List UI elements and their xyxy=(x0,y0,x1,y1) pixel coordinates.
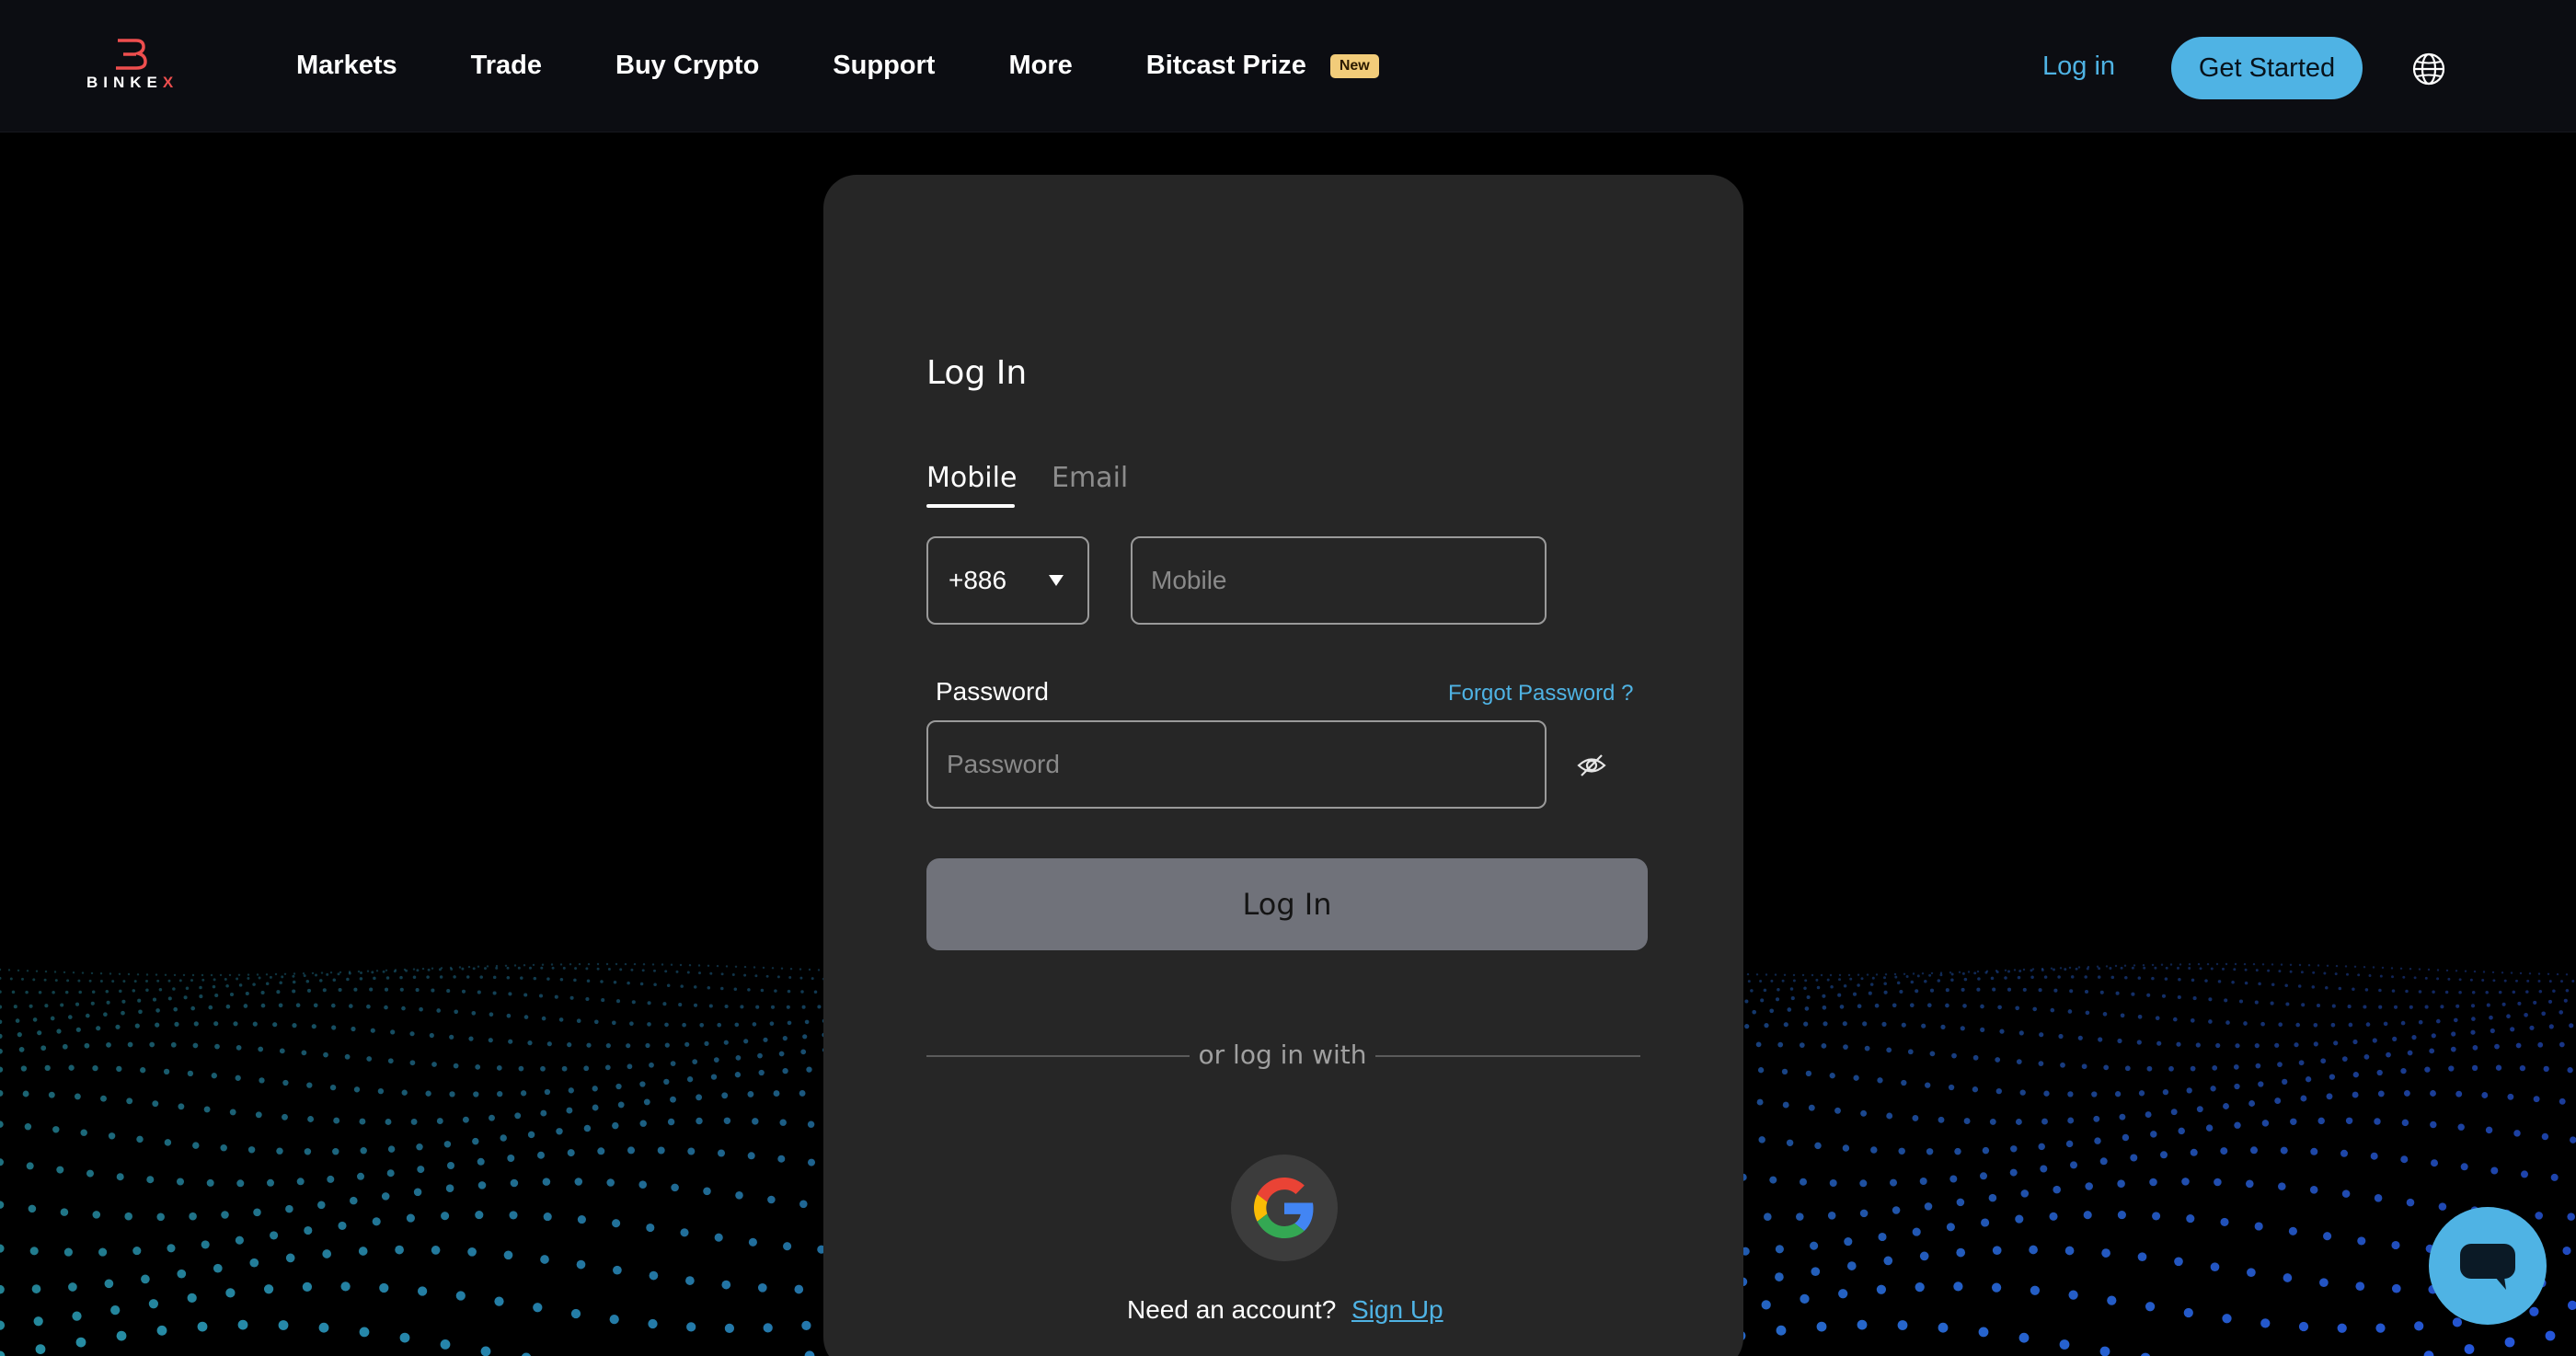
header-login-link[interactable]: Log in xyxy=(2042,52,2115,82)
get-started-button[interactable]: Get Started xyxy=(2171,37,2363,99)
sign-up-link[interactable]: Sign Up xyxy=(1351,1295,1443,1325)
chat-bubble-icon xyxy=(2460,1244,2515,1290)
country-code-select[interactable]: +886 xyxy=(926,536,1089,625)
main-nav: Markets Trade Buy Crypto Support More Bi… xyxy=(296,0,1453,132)
divider-left xyxy=(926,1055,1190,1057)
need-account-text: Need an account? xyxy=(1127,1295,1337,1324)
nav-item-trade[interactable]: Trade xyxy=(471,51,542,81)
page: BINKEX Markets Trade Buy Crypto Support … xyxy=(0,0,2576,1356)
google-login-button[interactable] xyxy=(1231,1155,1338,1261)
eye-off-icon[interactable] xyxy=(1576,752,1607,779)
globe-icon[interactable] xyxy=(2411,52,2446,86)
login-submit-button[interactable]: Log In xyxy=(926,858,1648,950)
login-title: Log In xyxy=(926,354,1028,392)
google-icon xyxy=(1254,1178,1314,1238)
brand-logo[interactable]: BINKEX xyxy=(83,39,184,94)
nav-item-support[interactable]: Support xyxy=(833,51,935,81)
mobile-input[interactable] xyxy=(1131,536,1547,625)
password-input[interactable] xyxy=(926,720,1547,809)
nav-item-buy-crypto[interactable]: Buy Crypto xyxy=(615,51,759,81)
nav-item-bitcast-prize[interactable]: Bitcast Prize New xyxy=(1146,51,1379,81)
tab-email[interactable]: Email xyxy=(1052,462,1128,494)
divider-right xyxy=(1375,1055,1640,1057)
nav-item-more[interactable]: More xyxy=(1008,51,1072,81)
divider-text: or log in with xyxy=(1198,1040,1367,1070)
top-navigation-bar: BINKEX Markets Trade Buy Crypto Support … xyxy=(0,0,2576,132)
country-code-value: +886 xyxy=(949,566,1007,594)
login-card: Log In Mobile Email +886 Password Forgot… xyxy=(823,175,1743,1356)
forgot-password-link[interactable]: Forgot Password ? xyxy=(1448,681,1633,707)
tab-mobile[interactable]: Mobile xyxy=(926,462,1017,494)
caret-down-icon xyxy=(1049,575,1064,586)
new-badge: New xyxy=(1329,53,1379,78)
active-tab-indicator xyxy=(926,504,1015,508)
nav-item-markets[interactable]: Markets xyxy=(296,51,397,81)
password-label: Password xyxy=(936,677,1049,706)
logo-wordmark: BINKEX xyxy=(86,74,179,91)
chat-support-button[interactable] xyxy=(2429,1207,2547,1325)
logo-b-icon xyxy=(116,39,147,70)
